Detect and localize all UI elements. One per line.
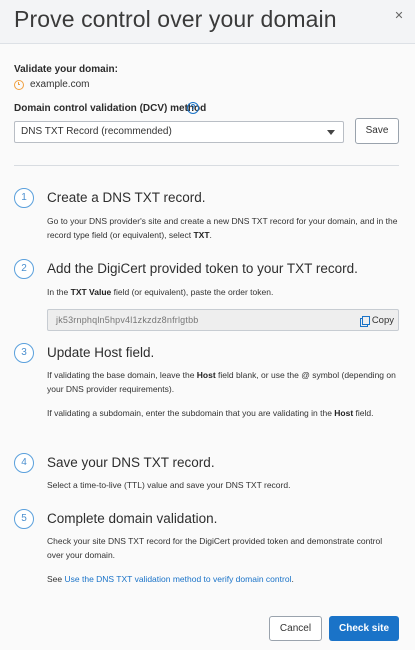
save-button[interactable]: Save: [355, 118, 399, 144]
see-also: See Use the DNS TXT validation method to…: [47, 574, 294, 584]
step-number: 2: [14, 259, 34, 279]
step-text: If validating the base domain, leave the…: [47, 370, 396, 394]
step-title: Complete domain validation.: [47, 511, 218, 526]
token-value: jk53rnphqln5hpv4l1zkzdz8nfrlgtbb: [56, 315, 199, 325]
modal-title: Prove control over your domain: [14, 6, 337, 32]
copy-label: Copy: [371, 315, 394, 326]
step-number: 3: [14, 343, 34, 363]
cancel-button[interactable]: Cancel: [269, 616, 322, 641]
step-title: Add the DigiCert provided token to your …: [47, 261, 358, 276]
step-text: Select a time-to-live (TTL) value and sa…: [47, 480, 291, 490]
divider: [14, 165, 399, 166]
step-number: 1: [14, 188, 34, 208]
help-icon[interactable]: ?: [187, 102, 199, 114]
copy-button[interactable]: Copy: [359, 313, 394, 328]
validate-domain-label: Validate your domain:: [14, 64, 118, 75]
check-site-button[interactable]: Check site: [329, 616, 399, 641]
clock-icon: [14, 79, 24, 90]
dcv-method-select[interactable]: DNS TXT Record (recommended): [14, 121, 344, 143]
step-title: Save your DNS TXT record.: [47, 455, 215, 470]
step-text: Go to your DNS provider's site and creat…: [47, 216, 398, 240]
step-text: Check your site DNS TXT record for the D…: [47, 536, 383, 560]
step-text: In the TXT Value field (or equivalent), …: [47, 287, 274, 297]
dcv-method-label: Domain control validation (DCV) method: [14, 103, 207, 114]
step-text: If validating a subdomain, enter the sub…: [47, 408, 374, 418]
domain-value: example.com: [30, 79, 90, 90]
domain-row: example.com: [14, 79, 89, 90]
dcv-method-selected: DNS TXT Record (recommended): [21, 126, 172, 137]
step-title: Create a DNS TXT record.: [47, 190, 206, 205]
step-title: Update Host field.: [47, 345, 155, 360]
step-number: 5: [14, 509, 34, 529]
copy-icon: [359, 315, 371, 327]
step-number: 4: [14, 453, 34, 473]
chevron-down-icon: [327, 130, 335, 135]
dns-txt-help-link[interactable]: Use the DNS TXT validation method to ver…: [65, 574, 292, 584]
modal-header: Prove control over your domain ✕: [0, 0, 415, 44]
token-field[interactable]: jk53rnphqln5hpv4l1zkzdz8nfrlgtbb Copy: [47, 309, 399, 331]
close-icon[interactable]: ✕: [389, 6, 409, 26]
